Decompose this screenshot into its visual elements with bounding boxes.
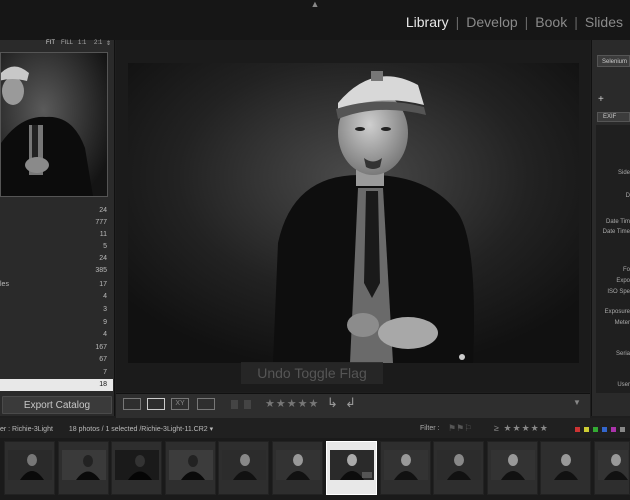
list-item[interactable]: les 17 — [0, 279, 113, 291]
compare-view-icon[interactable]: XY — [171, 398, 189, 410]
thumbnail-image — [115, 450, 159, 480]
filmstrip-thumbnail[interactable] — [165, 441, 216, 495]
list-item[interactable]: 24 — [0, 253, 113, 265]
list-item[interactable]: 4 — [0, 329, 113, 341]
filter-label: Filter : — [420, 425, 440, 432]
list-item[interactable]: 67 — [0, 354, 113, 366]
reject-flag-icon[interactable] — [244, 400, 251, 409]
navigator-header: FIT FILL 1:1 2:1 ⇕ — [0, 40, 114, 50]
navigator-preview[interactable] — [0, 52, 108, 197]
list-item[interactable]: 777 — [0, 217, 113, 229]
list-item[interactable]: 3 — [0, 304, 113, 316]
purple-label-swatch[interactable] — [611, 427, 616, 432]
thumbnail-image — [544, 450, 588, 480]
metadata-label: User — [617, 382, 630, 388]
list-item[interactable]: 11 — [0, 229, 113, 241]
plus-icon[interactable]: + — [598, 94, 604, 105]
metadata-panel: Side D Date Tim Date Time Fo Expo ISO Sp… — [596, 125, 630, 393]
filmstrip-thumbnail[interactable] — [272, 441, 323, 495]
metadata-label: Side — [617, 170, 630, 176]
red-label-swatch[interactable] — [575, 427, 580, 432]
list-item[interactable]: 4 — [0, 291, 113, 303]
metadata-label: Seria — [615, 351, 630, 357]
rotate-left-icon[interactable]: ↳ — [327, 395, 338, 411]
chevron-down-icon[interactable]: ▼ — [573, 398, 581, 407]
thumbnail-image — [169, 450, 213, 480]
zoom-2-1[interactable]: 2:1 — [94, 40, 102, 46]
rotate-right-icon[interactable]: ↲ — [345, 395, 356, 411]
filmstrip-source[interactable]: er : Richie-3Light 18 photos / 1 selecte… — [0, 425, 213, 433]
filmstrip-thumbnail[interactable] — [111, 441, 162, 495]
thumbnail-image — [437, 450, 481, 480]
metadata-label: Meter — [614, 320, 630, 326]
loupe-view-icon[interactable] — [147, 398, 165, 410]
metadata-label: Date Time — [602, 229, 630, 235]
blue-label-swatch[interactable] — [602, 427, 607, 432]
list-item[interactable]: 9 — [0, 317, 113, 329]
list-item[interactable]: 5 — [0, 241, 113, 253]
filmstrip-thumbnail[interactable] — [594, 441, 630, 495]
filmstrip-thumbnail-selected[interactable] — [326, 441, 377, 495]
thumbnail-image — [8, 450, 52, 480]
main-photo[interactable] — [128, 63, 579, 363]
thumbnail-image — [276, 450, 320, 480]
thumbnail-image — [598, 450, 628, 480]
module-develop[interactable]: Develop — [459, 14, 524, 30]
metadata-label: Fo — [622, 267, 630, 273]
list-item[interactable]: 7 — [0, 367, 113, 379]
zoom-fill[interactable]: FILL — [61, 40, 73, 46]
filmstrip-thumbnail[interactable] — [58, 441, 109, 495]
module-library[interactable]: Library — [399, 14, 456, 30]
thumbnail-image — [491, 450, 535, 480]
metadata-label: Expo — [616, 278, 630, 284]
module-book[interactable]: Book — [528, 14, 574, 30]
grid-view-icon[interactable] — [123, 398, 141, 410]
metadata-label: Exposure — [604, 309, 630, 315]
photo-count: 18 photos / 1 selected / — [68, 426, 142, 433]
gray-label-swatch[interactable] — [620, 427, 625, 432]
survey-view-icon[interactable] — [197, 398, 215, 410]
filename-label: Richie-3Light-11.CR2 — [141, 426, 208, 433]
filmstrip-thumbnail[interactable] — [540, 441, 591, 495]
main-photo-image — [128, 63, 579, 363]
list-item[interactable]: 24 — [0, 205, 113, 217]
module-picker: Library | Develop | Book | Slides — [399, 12, 630, 32]
undo-toast: Undo Toggle Flag — [241, 362, 383, 384]
metadata-label: ISO Spe — [607, 289, 630, 295]
thumbnail-image — [62, 450, 106, 480]
flag-icon[interactable] — [231, 400, 238, 409]
yellow-label-swatch[interactable] — [584, 427, 589, 432]
preset-select[interactable]: Selenium — [597, 55, 630, 67]
list-item-selected[interactable]: 18 — [0, 379, 113, 391]
thumbnail-image — [330, 450, 374, 480]
filmstrip-thumbnail[interactable] — [487, 441, 538, 495]
module-slides[interactable]: Slides — [578, 14, 630, 30]
filmstrip-thumbnail[interactable] — [4, 441, 55, 495]
list-item[interactable]: 167 — [0, 342, 113, 354]
triangle-up-icon[interactable]: ▲ — [309, 0, 321, 9]
updown-icon[interactable]: ⇕ — [106, 40, 111, 47]
filmstrip-thumbnail[interactable] — [380, 441, 431, 495]
thumbnail-image — [222, 450, 266, 480]
thumbnail-image — [384, 450, 428, 480]
green-label-swatch[interactable] — [593, 427, 598, 432]
list-item[interactable]: 385 — [0, 265, 113, 277]
rating-filter[interactable]: ≥ ★★★★★ — [494, 423, 549, 434]
zoom-fit[interactable]: FIT — [46, 40, 55, 46]
export-catalog-button[interactable]: Export Catalog — [2, 396, 112, 414]
filmstrip-thumbnail[interactable] — [433, 441, 484, 495]
star-rating[interactable]: ★★★★★ — [265, 397, 319, 410]
metadata-label: Date Tim — [605, 219, 630, 225]
filmstrip-thumbnail[interactable] — [218, 441, 269, 495]
flag-filter-icon[interactable]: ⚑⚑⚐ — [448, 423, 472, 434]
chevron-down-icon[interactable]: ▾ — [210, 426, 214, 433]
metadata-set-select[interactable]: EXIF — [597, 112, 630, 122]
source-label: er : Richie-3Light — [0, 426, 53, 433]
zoom-1-1[interactable]: 1:1 — [78, 40, 86, 46]
metadata-label: D — [625, 193, 630, 199]
navigator-thumbnail — [0, 53, 107, 196]
